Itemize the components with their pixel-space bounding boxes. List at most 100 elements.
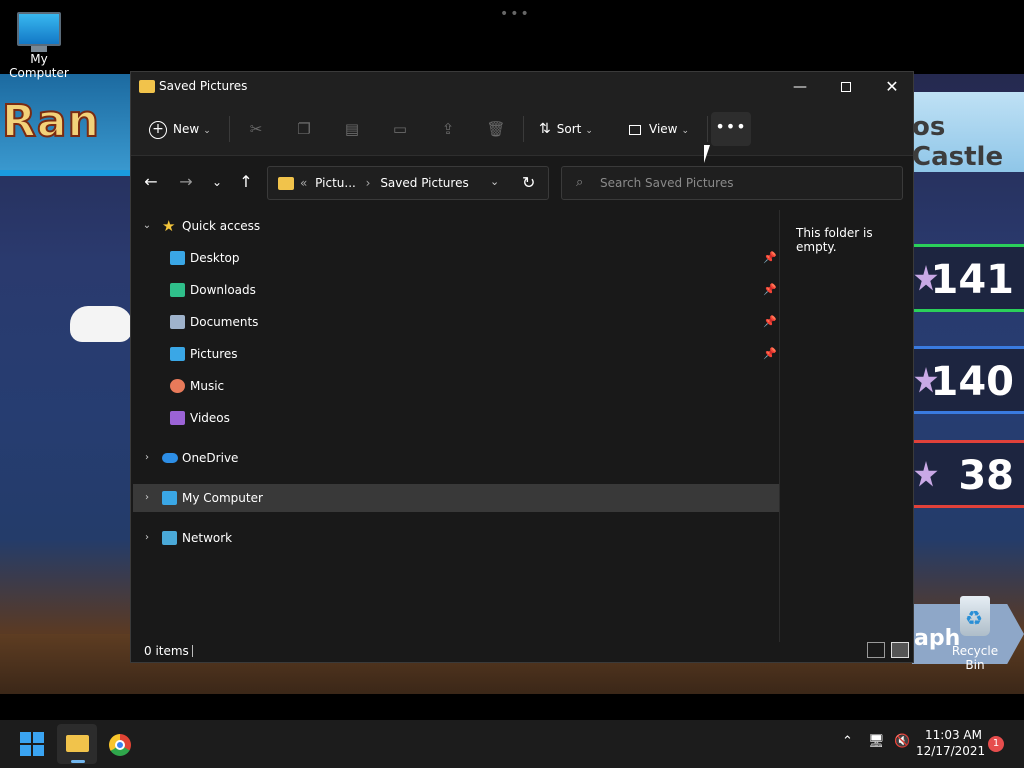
share-icon[interactable]: ⇪ xyxy=(433,114,463,144)
minimize-button[interactable]: — xyxy=(777,72,823,102)
download-icon xyxy=(170,283,185,297)
nav-item-label: Music xyxy=(190,379,225,393)
nav-item-quick-access[interactable]: ⌄ ★ Quick access xyxy=(133,212,779,240)
cut-icon[interactable]: ✂ xyxy=(241,114,271,144)
sort-label: Sort xyxy=(556,122,582,136)
folder-icon xyxy=(278,177,294,190)
new-button[interactable]: + New ⌄ xyxy=(149,114,211,144)
cloud-icon xyxy=(162,453,178,463)
nav-item-network[interactable]: › Network xyxy=(133,524,779,552)
nav-item-onedrive[interactable]: › OneDrive xyxy=(133,444,779,472)
wallpaper-score-row: 141 xyxy=(912,244,1024,312)
nav-item-label: Videos xyxy=(190,411,230,425)
recent-locations-button[interactable]: ⌄ xyxy=(205,170,229,194)
nav-item-label: My Computer xyxy=(182,491,263,505)
item-count: 0 items xyxy=(144,644,189,658)
chevron-down-icon: ⌄ xyxy=(681,126,690,136)
plus-icon: + xyxy=(149,120,167,139)
wallpaper-score: 141 xyxy=(930,257,1015,303)
maximize-button[interactable] xyxy=(823,72,869,102)
empty-folder-message: This folder is empty. xyxy=(796,226,873,254)
up-button[interactable]: ↑ xyxy=(234,170,258,194)
pin-icon[interactable]: 📌 xyxy=(763,276,777,304)
network-icon xyxy=(162,531,177,545)
desktop-icon-label: Recycle Bin xyxy=(951,644,999,672)
network-tray-icon[interactable]: 🖥 xyxy=(868,734,885,749)
wallpaper-score: 140 xyxy=(930,359,1015,405)
folder-icon xyxy=(139,80,155,93)
chevron-right-icon[interactable]: › xyxy=(141,524,153,552)
pin-icon[interactable]: 📌 xyxy=(763,244,777,272)
active-indicator xyxy=(71,760,85,763)
pin-icon[interactable]: 📌 xyxy=(763,340,777,368)
desktop-icon-recycle-bin[interactable]: Recycle Bin xyxy=(942,596,1008,672)
breadcrumb-chevron-icon[interactable]: › xyxy=(366,176,371,190)
details-view-icon[interactable] xyxy=(867,642,885,658)
chevron-down-icon[interactable]: ⌄ xyxy=(490,175,499,188)
chevron-up-icon[interactable]: ⌃ xyxy=(842,734,853,749)
clock-date: 12/17/2021 xyxy=(916,744,986,758)
status-divider xyxy=(192,645,193,657)
breadcrumb-item[interactable]: Pictu... xyxy=(315,176,356,190)
maximize-icon xyxy=(841,82,851,92)
nav-item-my-computer[interactable]: › My Computer xyxy=(133,484,779,512)
see-more-button[interactable]: ••• xyxy=(711,112,751,146)
monitor-icon xyxy=(17,12,61,46)
copy-icon[interactable]: ❐ xyxy=(289,114,319,144)
nav-item-label: OneDrive xyxy=(182,451,239,465)
taskbar-chrome[interactable] xyxy=(100,724,140,764)
taskbar: ⌃ 🖥 🔇 11:03 AM 12/17/2021 1 xyxy=(0,720,1024,768)
address-bar[interactable]: « Pictu... › Saved Pictures ⌄ ↻ xyxy=(267,166,549,200)
rename-icon[interactable]: ▭ xyxy=(385,114,415,144)
chevron-right-icon[interactable]: › xyxy=(141,444,153,472)
navigation-bar: ← → ⌄ ↑ « Pictu... › Saved Pictures ⌄ ↻ … xyxy=(131,156,913,208)
volume-muted-icon[interactable]: 🔇 xyxy=(894,734,910,749)
windows-logo-icon xyxy=(33,745,44,756)
refresh-icon[interactable]: ↻ xyxy=(522,173,535,192)
breadcrumb-overflow[interactable]: « xyxy=(300,176,307,190)
wallpaper-score-row: 140 xyxy=(912,346,1024,414)
taskbar-file-explorer[interactable] xyxy=(57,724,97,764)
recycle-bin-icon xyxy=(960,596,990,636)
back-button[interactable]: ← xyxy=(139,170,163,194)
nav-item-desktop[interactable]: Desktop 📌 xyxy=(133,244,779,272)
new-label: New xyxy=(173,122,200,136)
nav-item-downloads[interactable]: Downloads 📌 xyxy=(133,276,779,304)
nav-item-documents[interactable]: Documents 📌 xyxy=(133,308,779,336)
nav-item-music[interactable]: Music xyxy=(133,372,779,400)
title-bar[interactable]: Saved Pictures — ✕ xyxy=(131,72,913,102)
sort-button[interactable]: ⇅ Sort ⌄ xyxy=(539,114,593,144)
start-button[interactable] xyxy=(12,724,52,764)
view-button[interactable]: View ⌄ xyxy=(629,114,689,144)
windows-logo-icon xyxy=(20,745,31,756)
notification-badge[interactable]: 1 xyxy=(988,736,1004,752)
view-label: View xyxy=(649,122,678,136)
nav-item-label: Downloads xyxy=(190,283,256,297)
chevron-down-icon[interactable]: ⌄ xyxy=(141,212,153,240)
desktop-icon-my-computer[interactable]: My Computer xyxy=(0,8,78,80)
delete-icon[interactable]: 🗑 xyxy=(481,114,511,144)
sort-icon: ⇅ xyxy=(539,121,551,137)
nav-item-label: Quick access xyxy=(182,219,261,233)
paste-icon[interactable]: ▤ xyxy=(337,114,367,144)
close-button[interactable]: ✕ xyxy=(869,72,915,102)
search-input[interactable] xyxy=(600,173,890,193)
navigation-pane: ⌄ ★ Quick access Desktop 📌 Downloads 📌 D… xyxy=(131,210,781,630)
nav-item-pictures[interactable]: Pictures 📌 xyxy=(133,340,779,368)
nav-item-videos[interactable]: Videos xyxy=(133,404,779,432)
pane-divider[interactable] xyxy=(779,210,780,642)
pin-icon[interactable]: 📌 xyxy=(763,308,777,336)
breadcrumb-item[interactable]: Saved Pictures xyxy=(380,176,468,190)
snap-grip-icon[interactable]: ••• xyxy=(500,6,529,22)
chevron-down-icon: ⌄ xyxy=(203,126,211,136)
large-icons-view-icon[interactable] xyxy=(891,642,909,658)
chevron-right-icon[interactable]: › xyxy=(141,484,153,512)
folder-icon xyxy=(66,735,89,752)
clock[interactable]: 11:03 AM 12/17/2021 xyxy=(916,727,986,759)
search-box[interactable]: ⌕ xyxy=(561,166,903,200)
status-bar: 0 items xyxy=(131,640,913,662)
wallpaper-strip xyxy=(0,170,135,176)
forward-button[interactable]: → xyxy=(174,170,198,194)
nav-item-label: Pictures xyxy=(190,347,238,361)
wallpaper-score-row: 38 xyxy=(912,440,1024,508)
